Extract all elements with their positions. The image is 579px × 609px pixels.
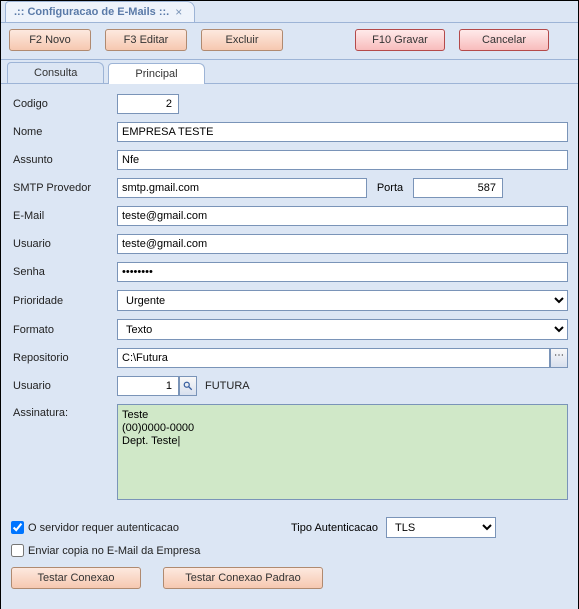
usuario-input[interactable] <box>117 234 568 254</box>
label-codigo: Codigo <box>11 98 117 110</box>
label-usuario: Usuario <box>11 238 117 250</box>
label-prioridade: Prioridade <box>11 295 117 307</box>
prioridade-select[interactable]: Urgente <box>117 290 568 311</box>
gravar-button[interactable]: F10 Gravar <box>355 29 445 51</box>
window-tab-title: .:: Configuracao de E-Mails ::. <box>14 6 169 18</box>
label-repositorio: Repositorio <box>11 352 117 364</box>
codigo-input[interactable] <box>117 94 179 114</box>
label-usuario2: Usuario <box>11 380 117 392</box>
window-tab-config-emails[interactable]: .:: Configuracao de E-Mails ::. × <box>5 1 195 22</box>
window-tabbar: .:: Configuracao de E-Mails ::. × <box>1 1 578 23</box>
smtp-input[interactable] <box>117 178 367 198</box>
req-auth-checkbox[interactable] <box>11 521 24 534</box>
repositorio-input[interactable] <box>117 348 550 368</box>
editar-button[interactable]: F3 Editar <box>105 29 187 51</box>
copia-empresa-checkbox-row[interactable]: Enviar copia no E-Mail da Empresa <box>11 544 568 557</box>
cancelar-button[interactable]: Cancelar <box>459 29 549 51</box>
testar-conexao-padrao-button[interactable]: Testar Conexao Padrao <box>163 567 323 589</box>
formato-select[interactable]: Texto <box>117 319 568 340</box>
usuario-id-input[interactable] <box>117 376 179 396</box>
label-assunto: Assunto <box>11 154 117 166</box>
senha-input[interactable] <box>117 262 568 282</box>
repositorio-browse-button[interactable]: ⋯ <box>550 348 568 368</box>
panel-principal: Codigo Nome Assunto SMTP Provedor Porta … <box>1 84 578 609</box>
assinatura-textarea[interactable] <box>117 404 568 500</box>
label-req-auth: O servidor requer autenticacao <box>28 522 179 534</box>
usuario-name-display: FUTURA <box>205 380 250 392</box>
usuario-lookup-button[interactable] <box>179 376 197 396</box>
nome-input[interactable] <box>117 122 568 142</box>
copia-empresa-checkbox[interactable] <box>11 544 24 557</box>
req-auth-checkbox-row[interactable]: O servidor requer autenticacao <box>11 521 291 534</box>
tab-principal[interactable]: Principal <box>108 63 204 84</box>
label-tipo-auth: Tipo Autenticacao <box>291 522 378 534</box>
label-smtp: SMTP Provedor <box>11 182 117 194</box>
label-senha: Senha <box>11 266 117 278</box>
novo-button[interactable]: F2 Novo <box>9 29 91 51</box>
assunto-input[interactable] <box>117 150 568 170</box>
toolbar: F2 Novo F3 Editar Excluir F10 Gravar Can… <box>1 23 578 60</box>
form-tabbar: Consulta Principal <box>1 60 578 84</box>
excluir-button[interactable]: Excluir <box>201 29 283 51</box>
porta-input[interactable] <box>413 178 503 198</box>
label-copia-empresa: Enviar copia no E-Mail da Empresa <box>28 545 200 557</box>
label-nome: Nome <box>11 126 117 138</box>
label-email: E-Mail <box>11 210 117 222</box>
close-icon[interactable]: × <box>175 5 182 19</box>
label-assinatura: Assinatura: <box>11 404 117 419</box>
email-input[interactable] <box>117 206 568 226</box>
label-formato: Formato <box>11 324 117 336</box>
tab-consulta[interactable]: Consulta <box>7 62 104 83</box>
label-porta: Porta <box>367 182 413 194</box>
tipo-auth-select[interactable]: TLS <box>386 517 496 538</box>
testar-conexao-button[interactable]: Testar Conexao <box>11 567 141 589</box>
search-icon <box>183 381 193 391</box>
